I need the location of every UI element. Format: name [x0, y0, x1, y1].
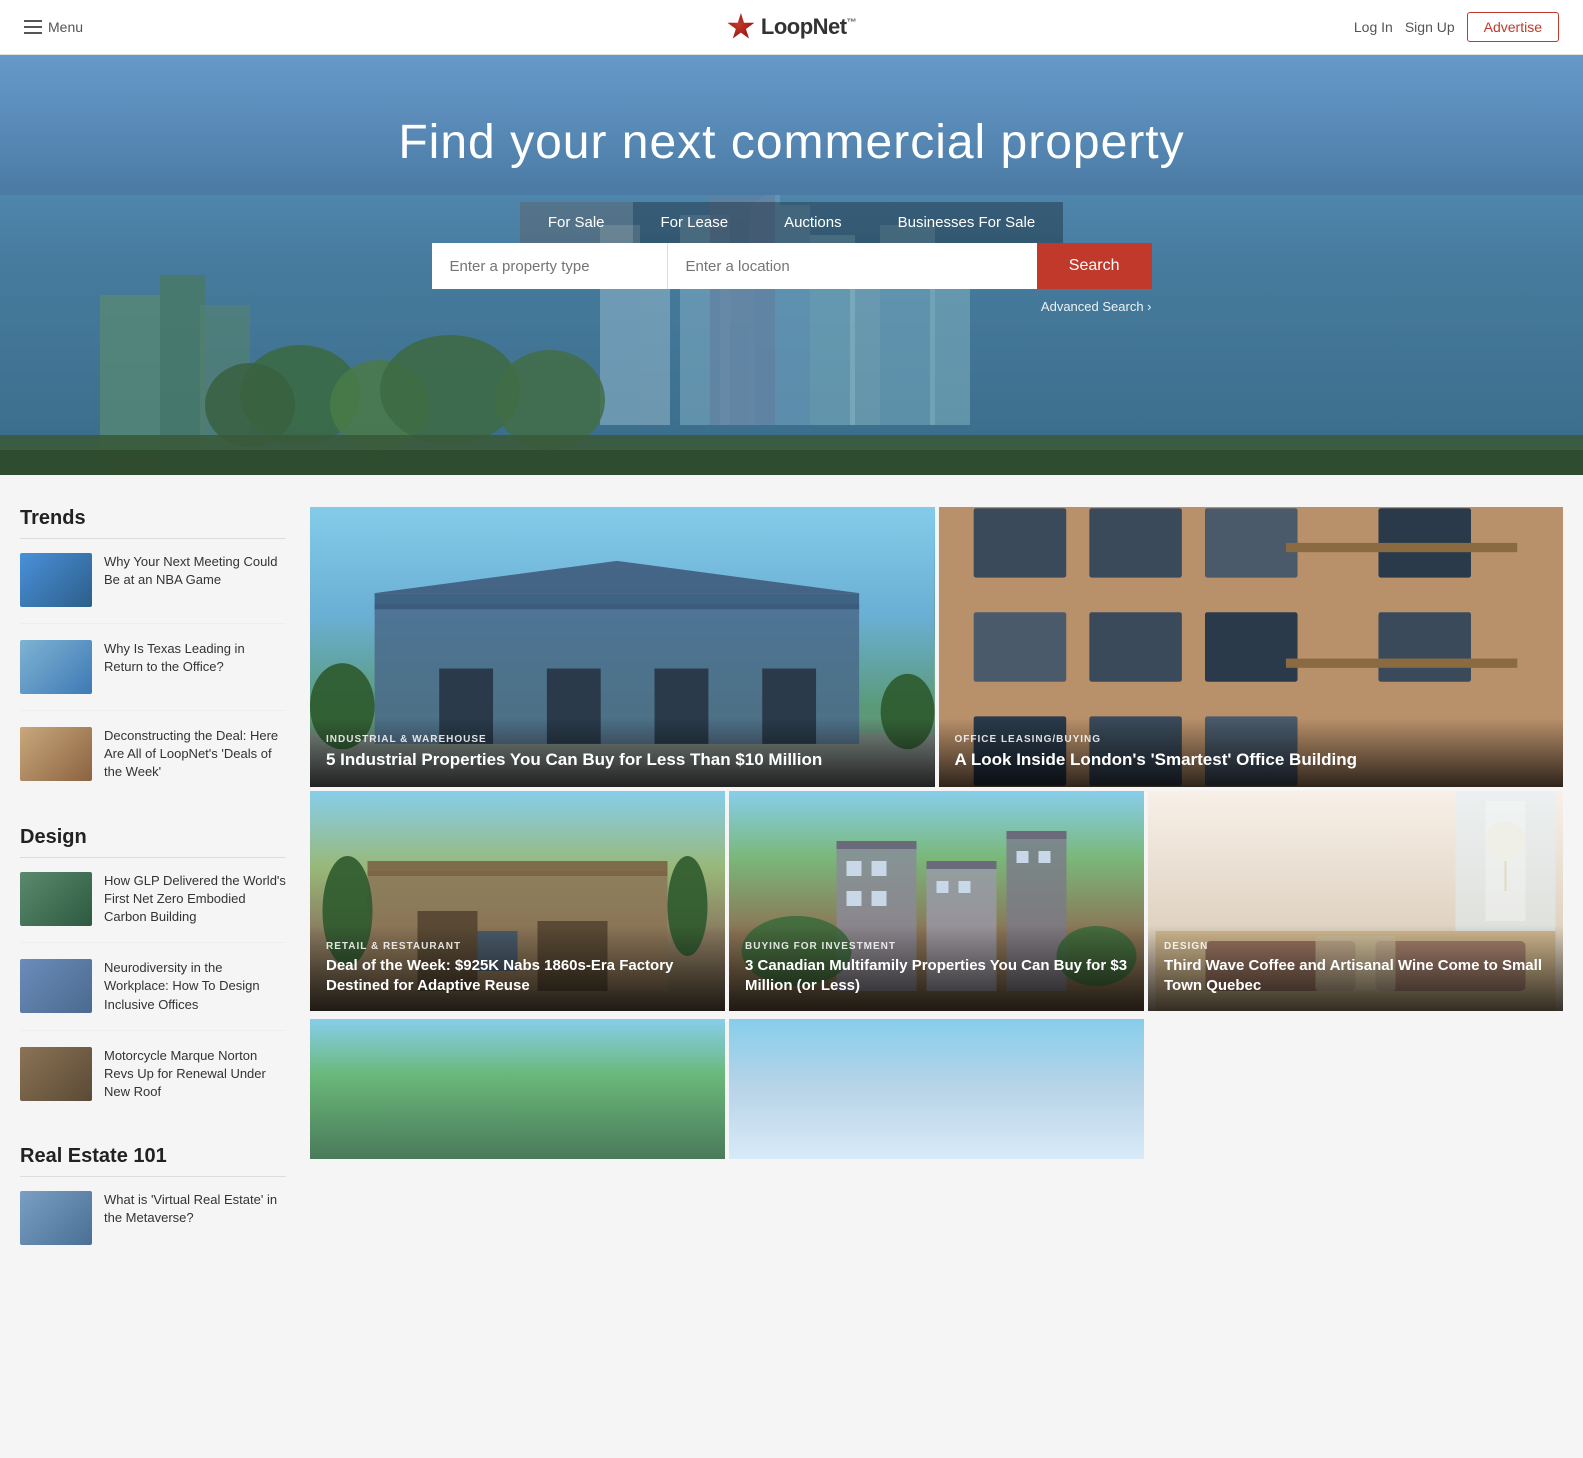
thumb-image-design-0: [20, 872, 92, 926]
sidebar-section-design: Design How GLP Delivered the World's Fir…: [20, 826, 286, 1118]
article-title-industrial: 5 Industrial Properties You Can Buy for …: [326, 749, 919, 771]
tab-for-lease[interactable]: For Lease: [633, 202, 757, 243]
sidebar-item-design-2: Motorcycle Marque Norton Revs Up for Ren…: [20, 1047, 286, 1118]
article-title-retail: Deal of the Week: $925K Nabs 1860s-Era F…: [326, 956, 709, 995]
article-title-investment: 3 Canadian Multifamily Properties You Ca…: [745, 956, 1128, 995]
article-card-design[interactable]: DESIGN Third Wave Coffee and Artisanal W…: [1148, 791, 1563, 1011]
article-category-retail: RETAIL & RESTAURANT: [326, 941, 709, 952]
article-card-investment[interactable]: BUYING FOR INVESTMENT 3 Canadian Multifa…: [729, 791, 1144, 1011]
sidebar-item-title-trends-0[interactable]: Why Your Next Meeting Could Be at an NBA…: [104, 554, 277, 587]
thumb-image-trends-2: [20, 727, 92, 781]
menu-button[interactable]: Menu: [24, 19, 83, 35]
sidebar-section-title-re101: Real Estate 101: [20, 1145, 286, 1177]
sidebar-item-title-design-2[interactable]: Motorcycle Marque Norton Revs Up for Ren…: [104, 1048, 266, 1099]
hamburger-icon: [24, 20, 42, 34]
thumb-image-design-2: [20, 1047, 92, 1101]
sidebar-thumb-design-0: [20, 872, 92, 926]
hero-title: Find your next commercial property: [398, 115, 1184, 170]
sidebar-thumb-design-2: [20, 1047, 92, 1101]
signup-link[interactable]: Sign Up: [1405, 19, 1455, 35]
property-type-input[interactable]: [432, 243, 668, 289]
header: Menu LoopNet™ Log In Sign Up Advertise: [0, 0, 1583, 55]
logo-text: LoopNet™: [761, 14, 856, 40]
thumb-image-trends-0: [20, 553, 92, 607]
sidebar-thumb-trends-2: [20, 727, 92, 781]
article-grid-bottom: RETAIL & RESTAURANT Deal of the Week: $9…: [310, 791, 1563, 1011]
logo[interactable]: LoopNet™: [727, 13, 856, 41]
article-category-design: DESIGN: [1164, 941, 1547, 952]
article-grid-top: INDUSTRIAL & WAREHOUSE 5 Industrial Prop…: [310, 507, 1563, 787]
sidebar-item-design-0: How GLP Delivered the World's First Net …: [20, 872, 286, 944]
tab-auctions[interactable]: Auctions: [756, 202, 870, 243]
article-card-retail[interactable]: RETAIL & RESTAURANT Deal of the Week: $9…: [310, 791, 725, 1011]
tab-for-sale[interactable]: For Sale: [520, 202, 633, 243]
thumb-image-trends-1: [20, 640, 92, 694]
menu-label: Menu: [48, 19, 83, 35]
sidebar-thumb-trends-1: [20, 640, 92, 694]
article-overlay-investment: BUYING FOR INVESTMENT 3 Canadian Multifa…: [729, 925, 1144, 1011]
hero-section: Find your next commercial property For S…: [0, 55, 1583, 475]
sidebar-section-re101: Real Estate 101 What is 'Virtual Real Es…: [20, 1145, 286, 1261]
hero-content: Find your next commercial property For S…: [0, 55, 1583, 314]
article-category-investment: BUYING FOR INVESTMENT: [745, 941, 1128, 952]
article-title-london: A Look Inside London's 'Smartest' Office…: [955, 749, 1548, 771]
article-card-extra-1[interactable]: [310, 1019, 725, 1159]
article-card-extra-2[interactable]: [729, 1019, 1144, 1159]
sidebar-item-text-trends-1: Why Is Texas Leading in Return to the Of…: [104, 640, 286, 676]
article-category-london: OFFICE LEASING/BUYING: [955, 734, 1548, 745]
header-actions: Log In Sign Up Advertise: [1354, 12, 1559, 42]
sidebar: Trends Why Your Next Meeting Could Be at…: [20, 507, 310, 1289]
sidebar-section-title-trends: Trends: [20, 507, 286, 539]
sidebar-item-text-trends-0: Why Your Next Meeting Could Be at an NBA…: [104, 553, 286, 589]
article-card-industrial[interactable]: INDUSTRIAL & WAREHOUSE 5 Industrial Prop…: [310, 507, 935, 787]
search-bar: Search: [432, 243, 1152, 289]
sidebar-item-trends-0: Why Your Next Meeting Could Be at an NBA…: [20, 553, 286, 624]
sidebar-item-text-design-1: Neurodiversity in the Workplace: How To …: [104, 959, 286, 1014]
logo-icon: [727, 13, 755, 41]
location-input[interactable]: [668, 243, 1037, 289]
article-overlay-london: OFFICE LEASING/BUYING A Look Inside Lond…: [939, 718, 1564, 787]
sidebar-section-trends: Trends Why Your Next Meeting Could Be at…: [20, 507, 286, 798]
sidebar-section-title-design: Design: [20, 826, 286, 858]
sidebar-thumb-trends-0: [20, 553, 92, 607]
article-overlay-retail: RETAIL & RESTAURANT Deal of the Week: $9…: [310, 925, 725, 1011]
article-overlay-design: DESIGN Third Wave Coffee and Artisanal W…: [1148, 925, 1563, 1011]
main-content: Trends Why Your Next Meeting Could Be at…: [0, 475, 1583, 1321]
article-overlay-industrial: INDUSTRIAL & WAREHOUSE 5 Industrial Prop…: [310, 718, 935, 787]
sidebar-item-trends-1: Why Is Texas Leading in Return to the Of…: [20, 640, 286, 711]
advertise-button[interactable]: Advertise: [1467, 12, 1559, 42]
article-grid-extra: [310, 1019, 1563, 1159]
search-button[interactable]: Search: [1037, 243, 1152, 289]
article-card-london[interactable]: OFFICE LEASING/BUYING A Look Inside Lond…: [939, 507, 1564, 787]
article-card-extra-placeholder: [1148, 1019, 1563, 1159]
tab-businesses-for-sale[interactable]: Businesses For Sale: [870, 202, 1064, 243]
sidebar-item-title-design-0[interactable]: How GLP Delivered the World's First Net …: [104, 873, 286, 924]
advanced-search-link[interactable]: Advanced Search ›: [432, 299, 1152, 314]
sidebar-item-title-design-1[interactable]: Neurodiversity in the Workplace: How To …: [104, 960, 260, 1011]
sidebar-item-design-1: Neurodiversity in the Workplace: How To …: [20, 959, 286, 1031]
sidebar-item-title-re101-0[interactable]: What is 'Virtual Real Estate' in the Met…: [104, 1192, 277, 1225]
sidebar-thumb-re101-0: [20, 1191, 92, 1245]
sidebar-item-title-trends-2[interactable]: Deconstructing the Deal: Here Are All of…: [104, 728, 278, 779]
search-tabs: For Sale For Lease Auctions Businesses F…: [520, 202, 1063, 243]
sidebar-item-text-re101-0: What is 'Virtual Real Estate' in the Met…: [104, 1191, 286, 1227]
sidebar-item-text-design-2: Motorcycle Marque Norton Revs Up for Ren…: [104, 1047, 286, 1102]
article-title-design: Third Wave Coffee and Artisanal Wine Com…: [1164, 956, 1547, 995]
sidebar-item-re101-0: What is 'Virtual Real Estate' in the Met…: [20, 1191, 286, 1261]
sidebar-item-title-trends-1[interactable]: Why Is Texas Leading in Return to the Of…: [104, 641, 245, 674]
thumb-image-design-1: [20, 959, 92, 1013]
sidebar-item-text-trends-2: Deconstructing the Deal: Here Are All of…: [104, 727, 286, 782]
thumb-image-re101-0: [20, 1191, 92, 1245]
sidebar-thumb-design-1: [20, 959, 92, 1013]
sidebar-item-text-design-0: How GLP Delivered the World's First Net …: [104, 872, 286, 927]
login-link[interactable]: Log In: [1354, 19, 1393, 35]
article-category-industrial: INDUSTRIAL & WAREHOUSE: [326, 734, 919, 745]
article-grid: INDUSTRIAL & WAREHOUSE 5 Industrial Prop…: [310, 507, 1563, 1289]
sidebar-item-trends-2: Deconstructing the Deal: Here Are All of…: [20, 727, 286, 798]
